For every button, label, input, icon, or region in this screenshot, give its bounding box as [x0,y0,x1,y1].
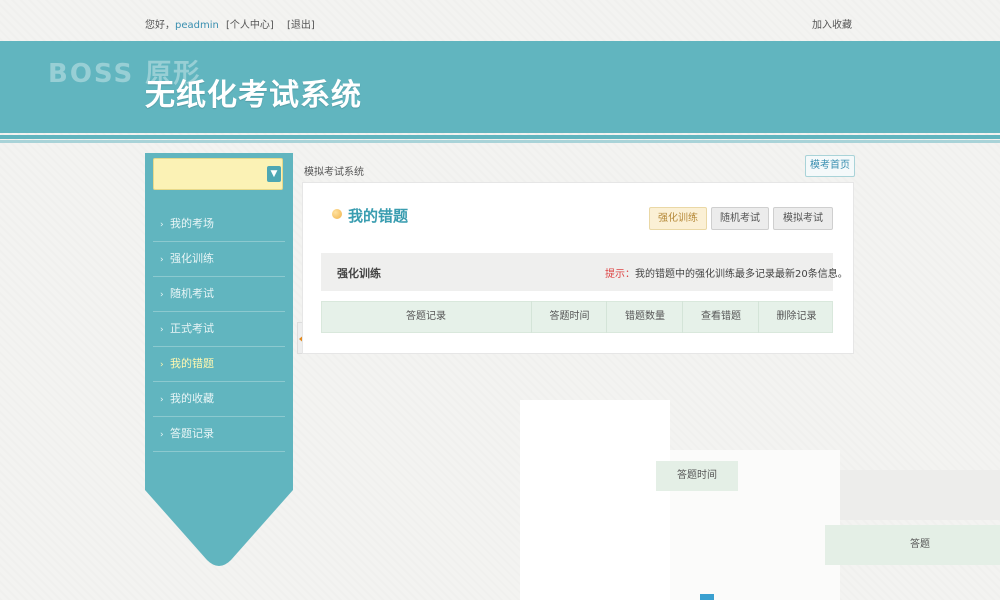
column-header-delete-record: 删除记录 [758,301,834,333]
logout-link[interactable]: [退出] [287,20,315,31]
sidebar-nav: › 我的考场 › 强化训练 › 随机考试 › 正式考试 › 我的错题 › 我的收藏 › 答题记… [153,207,285,452]
profile-link[interactable]: [个人中心] [226,20,274,31]
title-dot-icon [332,209,342,219]
user-greeting: 您好，peadmin [个人中心] [退出] [145,16,315,31]
sidebar-item-label: 正式考试 [170,322,214,335]
breadcrumb: 模拟考试系统 [304,167,364,178]
sidebar-tail [145,482,293,566]
sidebar-item-answer-records[interactable]: › 答题记录 [153,417,285,452]
sidebar-item-random-exam[interactable]: › 随机考试 [153,277,285,312]
chevron-right-icon: › [160,430,164,440]
sidebar-item-label: 强化训练 [170,252,214,265]
sidebar-item-label: 我的收藏 [170,392,214,405]
chevron-right-icon: › [160,220,164,230]
chevron-down-icon[interactable]: ▼ [267,166,281,182]
banner-stripe-light [0,140,1000,143]
mode-mock-exam-button[interactable]: 模拟考试 [773,207,833,230]
chevron-right-icon: › [160,325,164,335]
sidebar-item-formal-exam[interactable]: › 正式考试 [153,312,285,347]
mode-random-exam-button[interactable]: 随机考试 [711,207,769,230]
sidebar-item-my-mistakes[interactable]: › 我的错题 [153,347,285,382]
column-header-answer-record: 答题记录 [406,311,446,322]
fragment-blue-mark [700,594,714,600]
mode-intensive-training-button[interactable]: 强化训练 [649,207,707,230]
chevron-right-icon: › [160,290,164,300]
tip-message: 我的错题中的强化训练最多记录最新20条信息。 [635,269,848,280]
sidebar-item-label: 随机考试 [170,287,214,300]
tip-label: 提示： [605,269,635,280]
fragment-cell-answer-time: 答题时间 [656,461,738,491]
system-title: 无纸化考试系统 [145,78,362,113]
chevron-right-icon: › [160,395,164,405]
chevron-right-icon: › [160,255,164,265]
sidebar-item-label: 答题记录 [170,427,214,440]
exam-home-button[interactable]: 模考首页 [805,155,855,177]
course-select[interactable] [153,158,283,190]
panel-title: 我的错题 [348,207,409,225]
section-title: 强化训练 [337,267,381,280]
tip-text: 提示：我的错题中的强化训练最多记录最新20条信息。 [605,265,848,280]
column-header-answer-time: 答题时间 [531,301,607,333]
sidebar-item-my-exam-room[interactable]: › 我的考场 [153,207,285,242]
banner-stripe [0,135,1000,139]
fragment-white-block [520,400,670,600]
username: peadmin [175,20,219,31]
column-header-mistake-count: 错题数量 [606,301,683,333]
top-bar: 您好，peadmin [个人中心] [退出] 加入收藏 [0,0,1000,40]
add-favorite-link[interactable]: 加入收藏 [812,16,852,31]
column-header-view-mistakes: 查看错题 [682,301,759,333]
sidebar-item-label: 我的考场 [170,217,214,230]
fragment-cell-answer: 答题 [825,525,1000,565]
chevron-right-icon: › [160,360,164,370]
sidebar-item-my-favorites[interactable]: › 我的收藏 [153,382,285,417]
sidebar-item-label: 我的错题 [170,357,214,370]
greeting-text: 您好， [145,20,175,31]
sidebar-item-intensive-training[interactable]: › 强化训练 [153,242,285,277]
